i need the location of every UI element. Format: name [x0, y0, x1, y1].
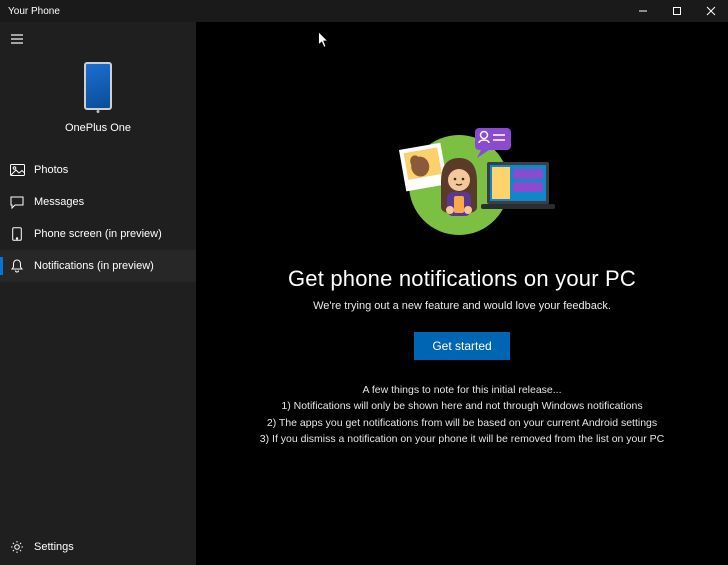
nav-item-phone-screen[interactable]: Phone screen (in preview): [0, 218, 196, 250]
subtext: We're trying out a new feature and would…: [313, 300, 611, 312]
notes-line-1: 1) Notifications will only be shown here…: [260, 398, 664, 414]
body: OnePlus One Photos Messages Phone screen…: [0, 22, 728, 565]
hamburger-row: [0, 22, 196, 56]
notes-line-3: 3) If you dismiss a notification on your…: [260, 431, 664, 447]
nav-item-settings[interactable]: Settings: [0, 529, 196, 565]
titlebar: Your Phone: [0, 0, 728, 22]
notes-intro: A few things to note for this initial re…: [260, 382, 664, 398]
photos-icon: [0, 164, 34, 176]
sidebar: OnePlus One Photos Messages Phone screen…: [0, 22, 196, 565]
get-started-button[interactable]: Get started: [414, 332, 509, 360]
nav: Photos Messages Phone screen (in preview…: [0, 148, 196, 282]
messages-icon: [0, 196, 34, 209]
window-controls: [626, 0, 728, 22]
gear-icon: [0, 540, 34, 554]
notes-line-2: 2) The apps you get notifications from w…: [260, 415, 664, 431]
window: Your Phone OnePlus One: [0, 0, 728, 565]
release-notes: A few things to note for this initial re…: [260, 382, 664, 447]
maximize-button[interactable]: [660, 0, 694, 22]
close-button[interactable]: [694, 0, 728, 22]
nav-item-photos[interactable]: Photos: [0, 154, 196, 186]
spacer: [0, 282, 196, 529]
main-content: Get phone notifications on your PC We're…: [196, 22, 728, 565]
hamburger-icon: [10, 33, 24, 45]
nav-label: Phone screen (in preview): [34, 228, 162, 240]
nav-label: Notifications (in preview): [34, 260, 154, 272]
hamburger-button[interactable]: [0, 22, 34, 56]
maximize-icon: [672, 6, 682, 16]
device-card: OnePlus One: [0, 56, 196, 148]
hero-illustration: [347, 110, 577, 250]
nav-item-messages[interactable]: Messages: [0, 186, 196, 218]
window-title: Your Phone: [8, 6, 626, 17]
nav-item-notifications[interactable]: Notifications (in preview): [0, 250, 196, 282]
notifications-icon: [0, 259, 34, 273]
headline: Get phone notifications on your PC: [288, 266, 636, 292]
minimize-button[interactable]: [626, 0, 660, 22]
settings-label: Settings: [34, 541, 74, 553]
close-icon: [706, 6, 716, 16]
nav-label: Photos: [34, 164, 68, 176]
nav-label: Messages: [34, 196, 84, 208]
phone-screen-icon: [0, 227, 34, 241]
device-image: [84, 62, 112, 110]
minimize-icon: [638, 6, 648, 16]
device-name: OnePlus One: [65, 122, 131, 134]
